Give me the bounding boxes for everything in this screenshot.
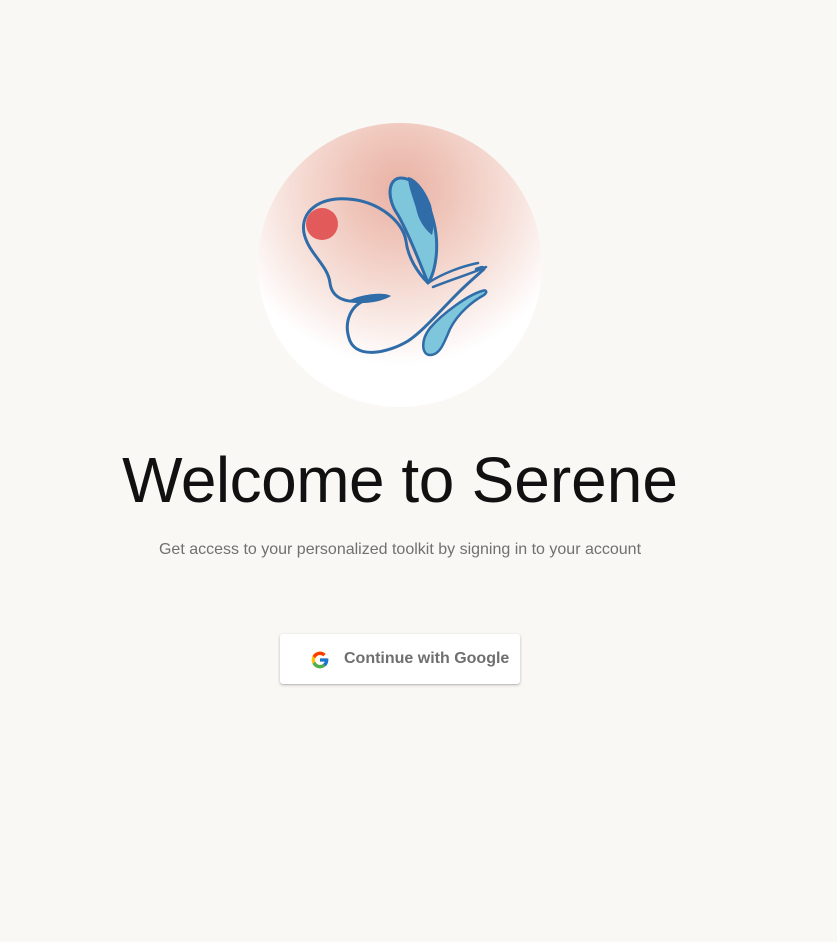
butterfly-logo-icon: [302, 176, 488, 357]
page-title: Welcome to Serene: [0, 444, 800, 516]
continue-with-google-button[interactable]: Continue with Google: [280, 634, 520, 684]
login-page: Welcome to Serene Get access to your per…: [0, 0, 837, 942]
google-g-icon: [311, 651, 329, 669]
title-prefix: Welcome to: [122, 444, 454, 516]
google-button-label: Continue with Google: [344, 650, 510, 667]
title-brand: Serene: [471, 444, 678, 516]
page-subtitle: Get access to your personalized toolkit …: [158, 541, 642, 558]
serene-logo: [258, 123, 542, 407]
